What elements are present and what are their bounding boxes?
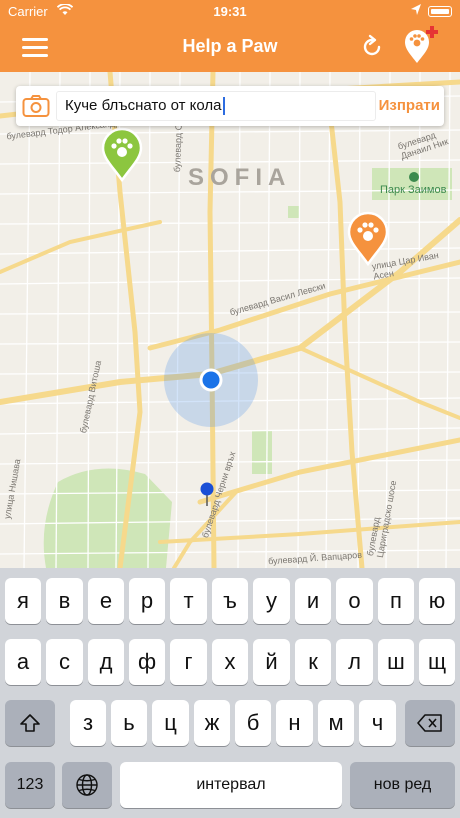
send-button[interactable]: Изпрати xyxy=(366,97,440,114)
backspace-icon xyxy=(417,714,442,732)
key[interactable]: х xyxy=(212,639,248,685)
key[interactable]: ж xyxy=(194,700,230,746)
key[interactable]: у xyxy=(253,578,290,624)
key[interactable]: ъ xyxy=(212,578,248,624)
key[interactable]: б xyxy=(235,700,271,746)
report-text-value: Куче блъснато от кола xyxy=(65,97,222,114)
clock-time: 19:31 xyxy=(213,4,247,19)
key[interactable]: ь xyxy=(111,700,147,746)
key[interactable]: н xyxy=(276,700,313,746)
map-view[interactable]: SOFIA Парк Заимов булевард Тодор Алексан… xyxy=(0,72,460,568)
key[interactable]: о xyxy=(336,578,373,624)
key[interactable]: щ xyxy=(419,639,455,685)
keyboard: я в е р т ъ у и о п ю а с д ф г х й к л … xyxy=(0,568,460,818)
numbers-key[interactable]: 123 xyxy=(5,762,55,808)
camera-icon[interactable] xyxy=(22,94,50,123)
key[interactable]: в xyxy=(46,578,83,624)
key[interactable]: з xyxy=(70,700,106,746)
return-key[interactable]: нов ред xyxy=(350,762,455,808)
key[interactable]: р xyxy=(129,578,165,624)
city-label: SOFIA xyxy=(188,164,292,191)
shift-icon xyxy=(20,714,40,732)
report-text-field[interactable]: Куче блъснато от кола xyxy=(56,91,376,121)
key[interactable]: к xyxy=(295,639,331,685)
add-pet-pin-icon[interactable] xyxy=(401,26,441,71)
battery-icon xyxy=(428,6,452,17)
key[interactable]: ю xyxy=(419,578,455,624)
key[interactable]: ф xyxy=(129,639,165,685)
key[interactable]: г xyxy=(170,639,207,685)
key[interactable]: и xyxy=(295,578,331,624)
globe-icon xyxy=(76,774,98,796)
refresh-icon[interactable] xyxy=(359,34,385,65)
report-bar: Куче блъснато от кола Изпрати xyxy=(16,86,444,126)
key[interactable]: е xyxy=(88,578,124,624)
key[interactable]: ц xyxy=(152,700,189,746)
globe-key[interactable] xyxy=(62,762,112,808)
backspace-key[interactable] xyxy=(405,700,455,746)
key[interactable]: с xyxy=(46,639,83,685)
app-title: Help a Paw xyxy=(182,36,278,56)
key[interactable]: й xyxy=(253,639,290,685)
text-cursor xyxy=(222,97,225,116)
shift-key[interactable] xyxy=(5,700,55,746)
space-key[interactable]: интервал xyxy=(120,762,342,808)
key[interactable]: я xyxy=(5,578,41,624)
key[interactable]: ч xyxy=(359,700,396,746)
key[interactable]: л xyxy=(336,639,373,685)
location-arrow-icon xyxy=(410,3,422,20)
key[interactable]: п xyxy=(378,578,414,624)
key[interactable]: а xyxy=(5,639,41,685)
key[interactable]: ш xyxy=(378,639,414,685)
key[interactable]: т xyxy=(170,578,207,624)
nav-bar: Help a Paw xyxy=(0,22,460,72)
key[interactable]: д xyxy=(88,639,124,685)
key[interactable]: м xyxy=(318,700,354,746)
park-label: Парк Заимов xyxy=(380,184,447,196)
status-bar: Carrier 19:31 xyxy=(0,0,460,22)
